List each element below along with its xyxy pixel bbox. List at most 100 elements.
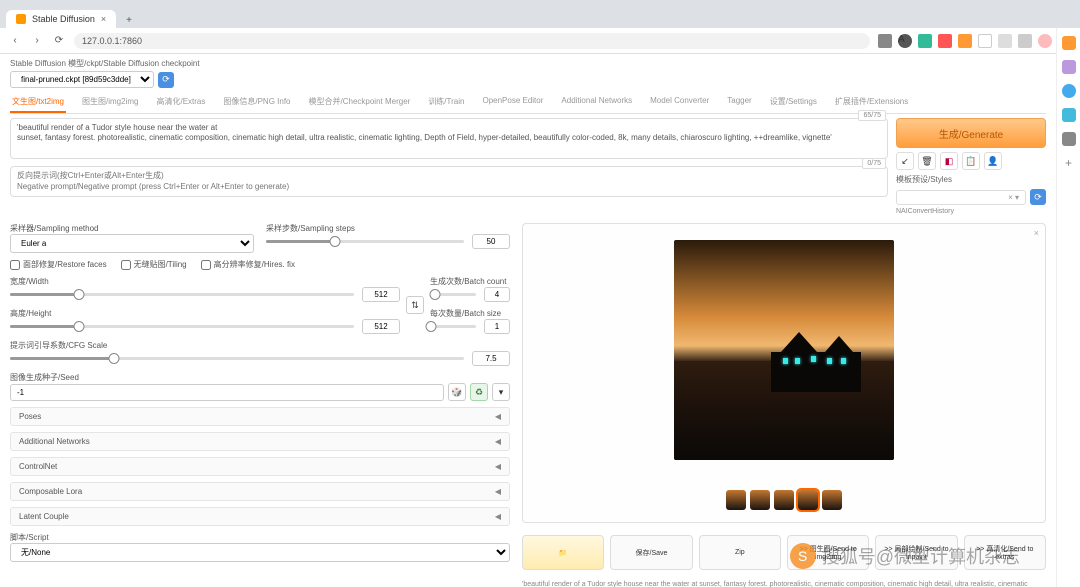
open-folder-button[interactable]: 📁	[522, 535, 604, 570]
checkpoint-select[interactable]: final-pruned.ckpt [89d59c3dde]	[10, 71, 154, 88]
neg-prompt-input[interactable]	[10, 166, 888, 197]
rail-icon[interactable]	[1062, 132, 1076, 146]
tab-train[interactable]: 训练/Train	[426, 92, 466, 113]
thumbnail[interactable]	[774, 490, 794, 510]
batch-count-label: 生成次数/Batch count	[430, 276, 510, 287]
steps-input[interactable]	[472, 234, 510, 249]
ext-icon[interactable]	[918, 34, 932, 48]
seed-label: 图像生成种子/Seed	[10, 372, 510, 383]
accordion-poses[interactable]: Poses◀	[10, 407, 510, 426]
styles-icon[interactable]: ◧	[940, 152, 958, 170]
recycle-icon[interactable]: ♻	[470, 383, 488, 401]
sampler-select[interactable]: Euler a	[10, 234, 254, 253]
browser-side-panel: +	[1056, 28, 1080, 587]
close-icon[interactable]: ×	[1034, 228, 1039, 238]
styles-refresh-icon[interactable]: ⟳	[1030, 189, 1046, 205]
height-input[interactable]	[362, 319, 400, 334]
swap-dims-icon[interactable]: ⇅	[406, 296, 424, 314]
restore-faces-checkbox[interactable]: 面部修复/Restore faces	[10, 259, 107, 270]
ext-icon[interactable]	[938, 34, 952, 48]
dice-icon[interactable]: 🎲	[448, 383, 466, 401]
ext-icon[interactable]	[958, 34, 972, 48]
batch-size-slider[interactable]	[430, 325, 476, 328]
tab-merger[interactable]: 模型合并/Checkpoint Merger	[307, 92, 413, 113]
ext-icon[interactable]: A	[898, 34, 912, 48]
send-img2img-button[interactable]: >> 图生图/Send to img2img	[787, 535, 869, 570]
close-icon[interactable]: ×	[101, 14, 106, 24]
generated-image[interactable]	[674, 240, 894, 460]
accordion-latent-couple[interactable]: Latent Couple◀	[10, 507, 510, 526]
thumbnail[interactable]	[750, 490, 770, 510]
sampler-label: 采样器/Sampling method	[10, 223, 254, 234]
styles-select[interactable]: × ▾	[896, 190, 1026, 205]
width-slider[interactable]	[10, 293, 354, 296]
batch-size-input[interactable]	[484, 319, 510, 334]
accordion-additional-networks[interactable]: Additional Networks◀	[10, 432, 510, 451]
tab-img2img[interactable]: 图生图/img2img	[80, 92, 140, 113]
reload-icon[interactable]: ⟳	[52, 34, 66, 48]
rail-icon[interactable]	[1062, 36, 1076, 50]
new-tab-button[interactable]: +	[120, 13, 138, 28]
clip-icon[interactable]: 📋	[962, 152, 980, 170]
cfg-input[interactable]	[472, 351, 510, 366]
rail-icon[interactable]	[1062, 84, 1076, 98]
result-caption: 'beautiful render of a Tudor style house…	[522, 580, 1046, 587]
prompt-input[interactable]	[10, 118, 888, 159]
browser-tab[interactable]: Stable Diffusion ×	[6, 10, 116, 28]
prompt-counter: 65/75	[858, 110, 886, 121]
neg-prompt-counter: 0/75	[862, 158, 886, 169]
thumbnail-strip	[726, 490, 842, 510]
steps-slider[interactable]	[266, 240, 464, 243]
generate-button[interactable]: 生成/Generate	[896, 118, 1046, 148]
forward-icon[interactable]: ›	[30, 34, 44, 48]
back-icon[interactable]: ‹	[8, 34, 22, 48]
ext-icon[interactable]	[1018, 34, 1032, 48]
script-select[interactable]: 无/None	[10, 543, 510, 562]
thumbnail[interactable]	[798, 490, 818, 510]
tab-tagger[interactable]: Tagger	[725, 92, 753, 113]
send-extras-button[interactable]: >> 高清化/Send to extras	[964, 535, 1046, 570]
tab-settings[interactable]: 设置/Settings	[768, 92, 819, 113]
tab-extras[interactable]: 高清化/Extras	[154, 92, 207, 113]
hires-checkbox[interactable]: 高分辨率修复/Hires. fix	[201, 259, 295, 270]
ext-icon[interactable]	[978, 34, 992, 48]
batch-count-input[interactable]	[484, 287, 510, 302]
thumbnail[interactable]	[822, 490, 842, 510]
tiling-checkbox[interactable]: 无缝贴图/Tiling	[121, 259, 187, 270]
add-icon[interactable]: +	[1065, 156, 1072, 170]
ext-icon[interactable]	[998, 34, 1012, 48]
address-bar[interactable]: 127.0.0.1:7860	[74, 33, 870, 49]
avatar-icon[interactable]	[1038, 34, 1052, 48]
height-slider[interactable]	[10, 325, 354, 328]
checkpoint-label: Stable Diffusion 模型/ckpt/Stable Diffusio…	[10, 58, 200, 69]
refresh-icon[interactable]: ⟳	[158, 72, 174, 88]
browser-toolbar: ‹ › ⟳ 127.0.0.1:7860 A ⋯	[0, 28, 1080, 54]
accordion-controlnet[interactable]: ControlNet◀	[10, 457, 510, 476]
rail-icon[interactable]	[1062, 60, 1076, 74]
seed-extra-toggle[interactable]: ▾	[492, 383, 510, 401]
tab-pnginfo[interactable]: 图像信息/PNG Info	[221, 92, 292, 113]
rail-icon[interactable]	[1062, 108, 1076, 122]
batch-count-slider[interactable]	[430, 293, 476, 296]
clear-icon[interactable]: 🗑	[918, 152, 936, 170]
ext-icon[interactable]	[878, 34, 892, 48]
send-inpaint-button[interactable]: >> 局部绘制/Send to inpaint	[875, 535, 957, 570]
person-icon[interactable]: 👤	[984, 152, 1002, 170]
width-input[interactable]	[362, 287, 400, 302]
tab-openpose[interactable]: OpenPose Editor	[480, 92, 545, 113]
tab-txt2img[interactable]: 文生图/txt2img	[10, 92, 66, 113]
save-button[interactable]: 保存/Save	[610, 535, 692, 570]
cfg-slider[interactable]	[10, 357, 464, 360]
accordion-composable-lora[interactable]: Composable Lora◀	[10, 482, 510, 501]
prompt-wrapper: 65/75	[10, 118, 888, 162]
tab-model-converter[interactable]: Model Converter	[648, 92, 711, 113]
height-label: 高度/Height	[10, 308, 400, 319]
arrow-icon[interactable]: ↙	[896, 152, 914, 170]
thumbnail[interactable]	[726, 490, 746, 510]
app-root: Stable Diffusion 模型/ckpt/Stable Diffusio…	[0, 54, 1056, 587]
zip-button[interactable]: Zip	[699, 535, 781, 570]
tab-additional-networks[interactable]: Additional Networks	[559, 92, 634, 113]
width-label: 宽度/Width	[10, 276, 400, 287]
seed-input[interactable]	[10, 384, 444, 401]
steps-label: 采样步数/Sampling steps	[266, 223, 510, 234]
